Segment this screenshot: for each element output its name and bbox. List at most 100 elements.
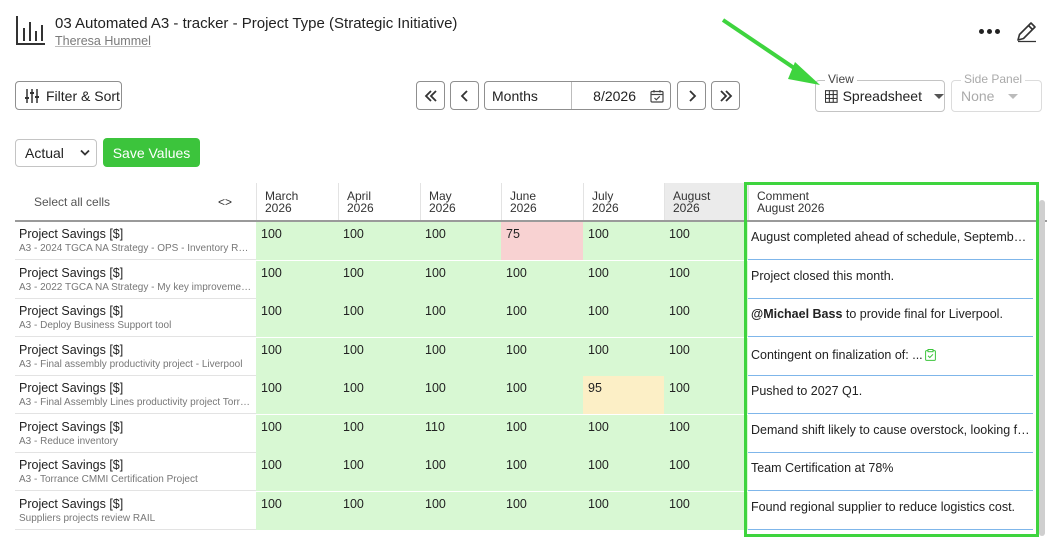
comment-text: Team Certification at 78% [751, 461, 894, 475]
comment-cell[interactable]: Pushed to 2027 Q1. [748, 376, 1033, 414]
value-cell[interactable]: 100 [664, 453, 748, 491]
value-cell[interactable]: 100 [420, 222, 502, 260]
dot-icon [986, 28, 992, 34]
value-cell[interactable]: 100 [583, 337, 665, 376]
previous-period-button[interactable] [450, 81, 479, 110]
month-column-header[interactable]: August 2026 [664, 183, 748, 220]
metric-name: Project Savings [$] [19, 227, 124, 241]
value-cell[interactable]: 100 [664, 222, 748, 260]
edit-pencil-icon[interactable] [1015, 19, 1039, 43]
value-cell[interactable]: 100 [664, 414, 748, 453]
comment-cell[interactable]: Team Certification at 78% [748, 453, 1033, 491]
value-cell[interactable]: 110 [420, 414, 502, 453]
row-label[interactable]: Project Savings [$] A3 - Final Assembly L… [15, 376, 256, 414]
value-cell[interactable]: 100 [420, 453, 502, 491]
value-cell[interactable]: 100 [501, 414, 583, 453]
expand-columns-toggle[interactable]: <> [218, 195, 232, 209]
double-chevron-left-icon [424, 89, 437, 102]
clipboard-check-icon[interactable] [924, 349, 936, 362]
period-picker: Months 8/2026 [484, 81, 671, 110]
filter-sort-button[interactable]: Filter & Sort [15, 81, 122, 110]
value-cell[interactable]: 100 [338, 260, 420, 299]
comment-cell[interactable]: August completed ahead of schedule, Sept… [748, 222, 1033, 260]
month-column-header[interactable]: March 2026 [256, 183, 338, 220]
more-options-button[interactable] [976, 21, 1002, 41]
value-cell[interactable]: 100 [664, 260, 748, 299]
comment-cell[interactable]: Found regional supplier to reduce logist… [748, 492, 1033, 530]
value-cell[interactable]: 100 [338, 337, 420, 376]
month-column-header[interactable]: April 2026 [338, 183, 420, 220]
value-cell[interactable]: 100 [664, 299, 748, 337]
value-cell[interactable]: 100 [664, 491, 748, 530]
first-period-button[interactable] [416, 81, 445, 110]
month-column-header[interactable]: July 2026 [583, 183, 665, 220]
value-cell[interactable]: 100 [338, 453, 420, 491]
owner-link[interactable]: Theresa Hummel [55, 34, 151, 48]
dot-icon [978, 28, 984, 34]
month-column-header[interactable]: June 2026 [501, 183, 583, 220]
save-values-button[interactable]: Save Values [103, 138, 200, 167]
value-cell[interactable]: 100 [583, 299, 665, 337]
row-label[interactable]: Project Savings [$] A3 - Reduce inventory [15, 415, 256, 453]
value-cell[interactable]: 100 [583, 414, 665, 453]
value-cell[interactable]: 75 [501, 222, 583, 260]
value-cell[interactable]: 100 [338, 491, 420, 530]
comment-column-header[interactable]: Comment August 2026 [748, 183, 1033, 220]
value-cell[interactable]: 100 [420, 337, 502, 376]
value-cell[interactable]: 100 [338, 222, 420, 260]
value-cell[interactable]: 100 [420, 299, 502, 337]
period-date-input[interactable]: 8/2026 [572, 82, 670, 109]
value-cell[interactable]: 100 [664, 376, 748, 414]
row-label[interactable]: Project Savings [$] Suppliers projects re… [15, 492, 256, 530]
value-cell[interactable]: 100 [501, 376, 583, 414]
value-cell[interactable]: 100 [256, 222, 338, 260]
comment-cell[interactable]: Contingent on finalization of: ... [748, 338, 1033, 376]
scenario-value: Actual [25, 145, 64, 161]
value-cell[interactable]: 100 [256, 337, 338, 376]
row-label[interactable]: Project Savings [$] A3 - Final assembly p… [15, 338, 256, 376]
row-label[interactable]: Project Savings [$] A3 - 2022 TGCA NA Str… [15, 261, 256, 299]
scenario-select[interactable]: Actual [15, 139, 97, 167]
value-cell[interactable]: 100 [338, 414, 420, 453]
row-label[interactable]: Project Savings [$] A3 - Deploy Business … [15, 299, 256, 337]
value-cell[interactable]: 100 [501, 299, 583, 337]
table-row: Project Savings [$] A3 - Torrance CMMI Ce… [15, 453, 1047, 491]
table-row: Project Savings [$] A3 - Final assembly p… [15, 337, 1047, 376]
value-cell[interactable]: 100 [338, 376, 420, 414]
value-cell[interactable]: 100 [256, 376, 338, 414]
value-cell[interactable]: 100 [501, 453, 583, 491]
value-cell[interactable]: 100 [256, 260, 338, 299]
comment-cell[interactable]: Demand shift likely to cause overstock, … [748, 415, 1033, 453]
value-cell[interactable]: 100 [664, 337, 748, 376]
user-mention[interactable]: @Michael Bass [751, 307, 842, 321]
row-label[interactable]: Project Savings [$] A3 - Torrance CMMI Ce… [15, 453, 256, 491]
value-cell[interactable]: 95 [583, 376, 665, 414]
next-period-button[interactable] [677, 81, 706, 110]
value-cell[interactable]: 100 [583, 491, 665, 530]
comment-cell[interactable]: Project closed this month. [748, 261, 1033, 299]
table-row: Project Savings [$] A3 - Deploy Business … [15, 299, 1047, 337]
value-cell[interactable]: 100 [256, 299, 338, 337]
month-column-header[interactable]: May 2026 [420, 183, 502, 220]
row-label[interactable]: Project Savings [$] A3 - 2024 TGCA NA Str… [15, 222, 256, 260]
value-cell[interactable]: 100 [501, 491, 583, 530]
comment-cell[interactable]: @Michael Bass to provide final for Liver… [748, 299, 1033, 337]
annotation-arrow [721, 18, 820, 85]
vertical-scrollbar[interactable] [1039, 200, 1045, 536]
comment-text: Demand shift likely to cause overstock, … [751, 422, 1033, 437]
value-cell[interactable]: 100 [338, 299, 420, 337]
value-cell[interactable]: 100 [501, 337, 583, 376]
period-type-select[interactable]: Months [485, 82, 572, 109]
month-year: 2026 [347, 201, 374, 215]
value-cell[interactable]: 100 [420, 376, 502, 414]
value-cell[interactable]: 100 [256, 491, 338, 530]
value-cell[interactable]: 100 [256, 453, 338, 491]
value-cell[interactable]: 100 [501, 260, 583, 299]
project-name: A3 - 2024 TGCA NA Strategy - OPS - Inven… [19, 243, 252, 254]
value-cell[interactable]: 100 [583, 222, 665, 260]
value-cell[interactable]: 100 [420, 491, 502, 530]
value-cell[interactable]: 100 [583, 453, 665, 491]
value-cell[interactable]: 100 [420, 260, 502, 299]
value-cell[interactable]: 100 [256, 414, 338, 453]
value-cell[interactable]: 100 [583, 260, 665, 299]
